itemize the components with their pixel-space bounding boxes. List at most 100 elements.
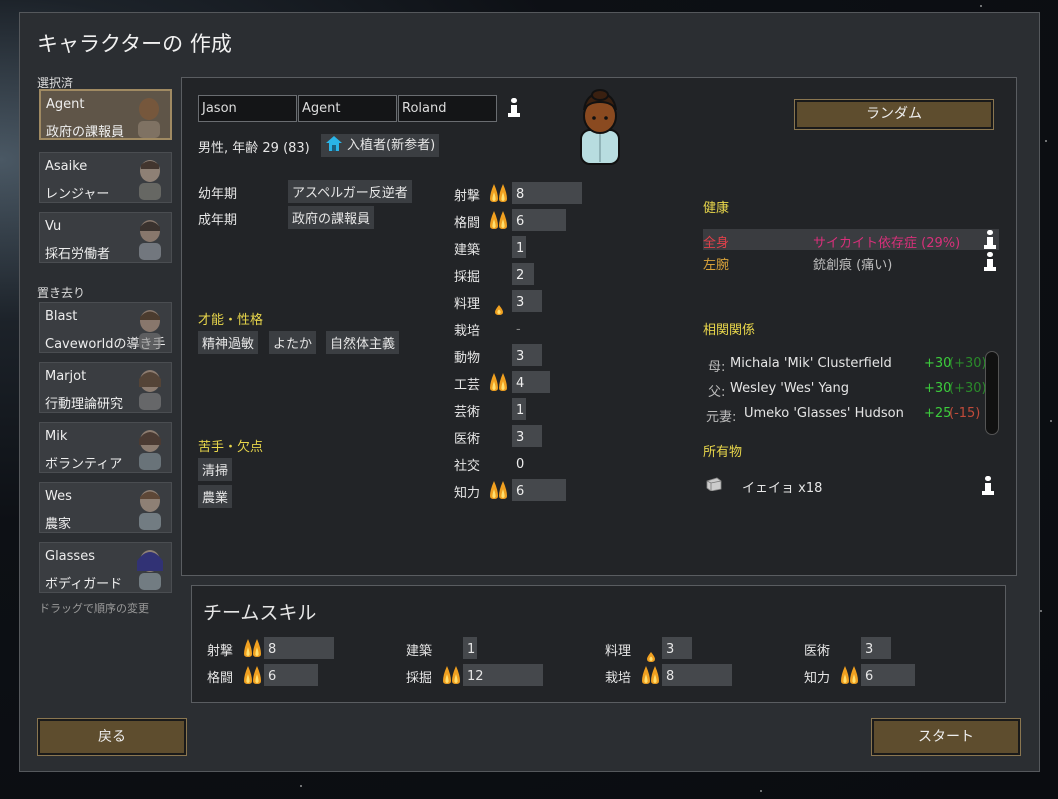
major-passion-flame-icon bbox=[490, 184, 507, 202]
relation-type: 父: bbox=[708, 385, 726, 400]
major-passion-flame-icon bbox=[443, 666, 460, 684]
pawn-portrait bbox=[138, 98, 160, 138]
skill-value: 1 bbox=[516, 403, 525, 418]
pawn-portrait bbox=[139, 160, 161, 200]
pawn-portrait bbox=[137, 550, 163, 590]
pawn-role: ボランティア bbox=[45, 457, 123, 472]
pawn-name: Mik bbox=[45, 429, 68, 444]
pawn-role: レンジャー bbox=[45, 187, 110, 202]
pawn-card-mik[interactable]: Mik ボランティア bbox=[39, 422, 172, 473]
team-skill-label: 料理 bbox=[605, 644, 632, 659]
possessions-header: 所有物 bbox=[703, 445, 743, 460]
skill-value: 6 bbox=[516, 484, 525, 499]
relation-opinion-other: (-15) bbox=[949, 406, 981, 421]
nickname-field[interactable]: Agent bbox=[298, 95, 397, 122]
pawn-card-glasses[interactable]: Glasses ボディガード bbox=[39, 542, 172, 593]
childhood-backstory[interactable]: アスペルガー反逆者 bbox=[288, 180, 412, 203]
first-name-field[interactable]: Jason bbox=[198, 95, 297, 122]
pawn-role: 農家 bbox=[45, 517, 72, 532]
pawn-name: Wes bbox=[45, 489, 72, 504]
pawn-role: 採石労働者 bbox=[45, 247, 111, 262]
pawn-portrait bbox=[139, 220, 161, 260]
skill-label: 格闘 bbox=[454, 216, 481, 231]
info-icon[interactable] bbox=[507, 98, 521, 118]
minor-passion-flame-icon bbox=[647, 652, 655, 662]
pawn-portrait bbox=[139, 490, 161, 530]
pawn-card-vu[interactable]: Vu 採石労働者 bbox=[39, 212, 172, 263]
relation-opinion-other: (+30) bbox=[949, 381, 987, 396]
skill-label: 射撃 bbox=[454, 189, 481, 204]
incapable-tag[interactable]: 農業 bbox=[198, 485, 233, 508]
health-part: 左腕 bbox=[703, 258, 730, 273]
relations-header: 相関関係 bbox=[703, 323, 756, 338]
pawn-portrait bbox=[139, 370, 161, 410]
skill-value: 2 bbox=[516, 268, 525, 283]
trait-tag[interactable]: 精神過敏 bbox=[198, 331, 259, 354]
random-button[interactable]: ランダム bbox=[794, 99, 994, 130]
skill-value: 8 bbox=[516, 187, 525, 202]
star bbox=[980, 5, 982, 7]
pawn-role: 行動理論研究 bbox=[45, 397, 124, 412]
relation-type: 元妻: bbox=[706, 410, 737, 425]
pawn-portrait bbox=[139, 310, 161, 350]
skill-label: 採掘 bbox=[454, 270, 481, 285]
possession-item[interactable]: イェイョ x18 bbox=[742, 477, 822, 496]
skill-value: 4 bbox=[516, 376, 525, 391]
relation-opinion: +25 bbox=[924, 406, 952, 421]
adulthood-backstory[interactable]: 政府の課報員 bbox=[288, 206, 375, 229]
skill-value: 0 bbox=[516, 457, 525, 472]
pawn-card-wes[interactable]: Wes 農家 bbox=[39, 482, 172, 533]
incapable-tag[interactable]: 清掃 bbox=[198, 458, 233, 481]
pawn-role: ボディガード bbox=[45, 577, 123, 592]
faction-tag[interactable]: 入植者(新参者) bbox=[321, 134, 440, 157]
skill-label: 料理 bbox=[454, 297, 481, 312]
pawn-card-marjot[interactable]: Marjot 行動理論研究 bbox=[39, 362, 172, 413]
major-passion-flame-icon bbox=[490, 481, 507, 499]
pawn-card-blast[interactable]: Blast Caveworldの導き手 bbox=[39, 302, 172, 353]
health-header: 健康 bbox=[703, 201, 730, 216]
star bbox=[760, 790, 762, 792]
adulthood-label: 成年期 bbox=[198, 213, 238, 228]
pawn-name: Agent bbox=[46, 97, 85, 112]
major-passion-flame-icon bbox=[244, 666, 261, 684]
skill-value: 1 bbox=[516, 241, 525, 256]
health-condition[interactable]: 銃創痕 (痛い) bbox=[813, 254, 892, 273]
start-button[interactable]: スタート bbox=[871, 718, 1021, 756]
major-passion-flame-icon bbox=[642, 666, 659, 684]
skill-value: 3 bbox=[516, 430, 525, 445]
team-skill-value: 8 bbox=[666, 669, 675, 684]
skill-value: 3 bbox=[516, 349, 525, 364]
info-icon[interactable] bbox=[983, 230, 997, 250]
gender-age: 男性, 年齢 29 (83) bbox=[198, 141, 310, 156]
team-skills-title: チームスキル bbox=[203, 602, 317, 624]
team-skill-label: 建築 bbox=[406, 644, 433, 659]
skill-label: 栽培 bbox=[454, 324, 481, 339]
team-skill-value: 1 bbox=[467, 642, 476, 657]
relations-scrollbar[interactable] bbox=[985, 351, 999, 435]
faction-label: 入植者(新参者) bbox=[347, 138, 436, 153]
relation-opinion-other: (+30) bbox=[949, 356, 987, 371]
trait-tag[interactable]: よたか bbox=[269, 331, 317, 354]
info-icon[interactable] bbox=[981, 476, 995, 496]
skill-label: 動物 bbox=[454, 351, 481, 366]
last-name-field[interactable]: Roland bbox=[398, 95, 497, 122]
star bbox=[1040, 610, 1042, 612]
drag-hint: ドラッグで順序の変更 bbox=[39, 602, 149, 615]
team-skill-label: 知力 bbox=[804, 671, 831, 686]
pawn-card-asaike[interactable]: Asaike レンジャー bbox=[39, 152, 172, 203]
trait-tag[interactable]: 自然体主義 bbox=[326, 331, 400, 354]
health-condition[interactable]: サイカイト依存症 (29%) bbox=[813, 232, 960, 251]
relation-name[interactable]: Umeko 'Glasses' Hudson bbox=[744, 406, 904, 421]
info-icon[interactable] bbox=[983, 252, 997, 272]
character-portrait bbox=[580, 89, 620, 165]
relation-name[interactable]: Michala 'Mik' Clusterfield bbox=[730, 356, 892, 371]
childhood-label: 幼年期 bbox=[198, 187, 238, 202]
pawn-portrait bbox=[139, 430, 161, 470]
team-skill-label: 格闘 bbox=[207, 671, 234, 686]
pawn-card-agent[interactable]: Agent 政府の課報員 bbox=[39, 89, 172, 140]
window-title: キャラクターの 作成 bbox=[37, 32, 232, 56]
relation-opinion: +30 bbox=[924, 381, 952, 396]
minor-passion-flame-icon bbox=[495, 305, 503, 315]
relation-name[interactable]: Wesley 'Wes' Yang bbox=[730, 381, 849, 396]
back-button[interactable]: 戻る bbox=[37, 718, 187, 756]
